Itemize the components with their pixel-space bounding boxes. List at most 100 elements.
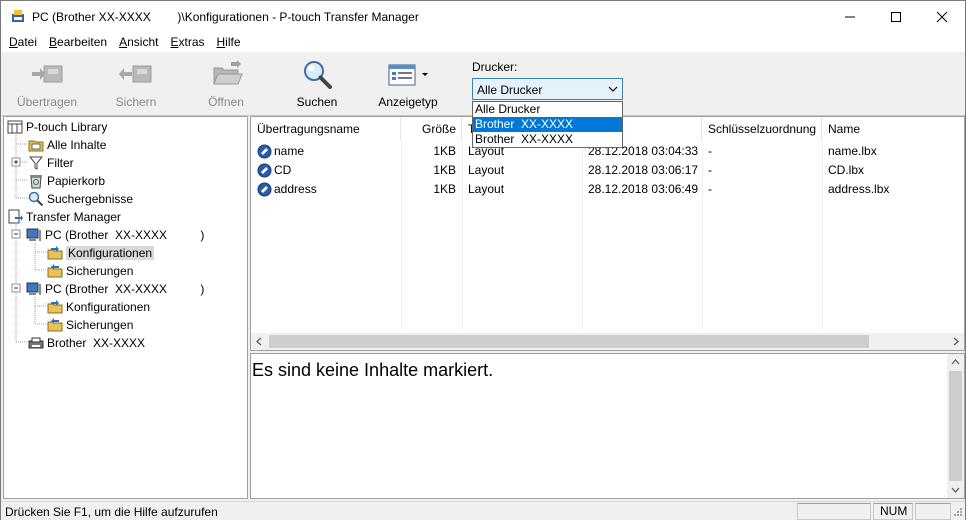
status-help-text: Drücken Sie F1, um die Hilfe aufzurufen [5,505,218,519]
tree-item-backups-1[interactable]: Sicherungen [47,262,133,280]
search-button[interactable]: Suchen [290,58,344,112]
maximize-icon [891,11,901,22]
tree-item-backups-2[interactable]: Sicherungen [47,316,133,334]
cell-size: 1KB [433,182,456,196]
cell-type: Layout [468,163,505,177]
printer-option-brother-2[interactable]: Brother XX-XXXX [473,132,622,147]
horizontal-scroll-thumb[interactable] [269,335,869,348]
scroll-down-icon[interactable] [951,486,960,494]
cell-transfer-name: address [274,182,317,196]
menu-bearbeiten[interactable]: Bearbeiten [43,32,113,52]
vertical-scrollbar[interactable] [947,354,964,498]
tree-label: Papierkorb [47,174,106,188]
table-row[interactable]: CD 1KB Layout 28.12.2018 03:06:17 - CD.l… [251,161,964,180]
computer-icon [26,228,41,241]
tree-item-printer[interactable]: Brother XX-XXXX [28,334,145,352]
num-lock-indicator: NUM [873,503,913,520]
view-type-button[interactable]: Anzeigetyp [373,58,443,112]
tree-label: Sicherungen [66,264,134,278]
vertical-scroll-thumb[interactable] [949,371,962,481]
search-icon [304,61,332,89]
tree-label: Brother XX-XXXX [47,336,146,350]
tree-item-pc-1[interactable]: PC (Brother XX-XXXX ) [26,226,204,244]
library-icon [7,120,23,134]
transfer-button[interactable]: Übertragen [15,58,79,112]
column-header-size[interactable]: Größe [401,117,462,141]
view-type-icon [388,64,428,86]
printer-select[interactable]: Alle Drucker [472,78,623,100]
menu-datei[interactable]: Datei [3,32,43,52]
chevron-down-icon [608,86,618,92]
title-bar: PC (Brother XX-XXXX )\Konfigurationen - … [1,1,965,32]
tree-label: Transfer Manager [26,210,121,224]
cell-size: 1KB [433,144,456,158]
tree-label: Suchergebnisse [47,192,134,206]
open-label: Öffnen [208,95,244,109]
tree-item-search-results[interactable]: Suchergebnisse [28,190,133,208]
column-header-transfer-name[interactable]: Übertragungsname [251,117,401,141]
column-header-name[interactable]: Name [822,117,964,141]
printer-select-value: Alle Drucker [477,83,543,97]
view-type-label: Anzeigetyp [378,95,438,109]
minimize-icon [845,16,855,17]
menu-hilfe[interactable]: Hilfe [211,32,247,52]
open-button[interactable]: Öffnen [197,58,255,112]
horizontal-scrollbar[interactable] [251,333,964,350]
tree-item-configurations-1[interactable]: Konfigurationen [47,244,155,262]
close-button[interactable] [919,1,965,32]
collapse-icon [11,283,21,293]
resize-grip-icon[interactable] [951,507,963,519]
column-header-key-assignment[interactable]: Schlüsselzuordnung [702,117,822,141]
menu-extras[interactable]: Extras [164,32,210,52]
scroll-up-icon[interactable] [951,358,960,366]
tree-label: PC (Brother XX-XXXX ) [45,228,205,242]
template-list: Übertragungsname Größe T Schlüsselzuordn… [250,116,965,351]
configurations-folder-icon [47,246,63,260]
cell-file-name: name.lbx [828,144,877,158]
minimize-button[interactable] [827,1,873,32]
tree-item-library[interactable]: P-touch Library [7,118,107,136]
recycle-bin-icon [30,175,42,189]
expand-icon [11,157,21,167]
tree-item-all-contents[interactable]: Alle Inhalte [28,136,106,154]
collapse-icon [11,229,21,239]
transfer-icon [32,65,63,83]
tree-label: PC (Brother XX-XXXX ) [45,282,205,296]
printer-dropdown: Alle Drucker Brother XX-XXXX Brother XX-… [472,101,623,148]
status-panel [797,503,871,520]
status-panel [915,503,951,520]
no-selection-message: Es sind keine Inhalte markiert. [252,360,494,380]
tree-label: Konfigurationen [66,246,155,260]
tree-item-trash[interactable]: Papierkorb [28,172,105,190]
save-button[interactable]: Sichern [105,58,167,112]
preview-pane: Es sind keine Inhalte markiert. [250,353,965,499]
table-row[interactable]: address 1KB Layout 28.12.2018 03:06:49 -… [251,180,964,199]
tree-label: Filter [47,156,74,170]
scroll-left-icon[interactable] [255,337,263,346]
cell-key-assignment: - [708,163,712,177]
tree-item-transfer-manager[interactable]: Transfer Manager [7,208,121,226]
cell-date: 28.12.2018 03:06:49 [588,182,699,196]
transfer-manager-icon [8,209,23,224]
open-folder-icon [213,60,243,85]
filter-icon [28,156,44,170]
tree-label: Sicherungen [66,318,134,332]
scroll-right-icon[interactable] [952,337,960,346]
search-icon [28,191,44,207]
cell-file-name: address.lbx [828,182,890,196]
printer-option-all[interactable]: Alle Drucker [473,102,622,117]
tree-item-pc-2[interactable]: PC (Brother XX-XXXX ) [26,280,204,298]
transfer-label: Übertragen [16,95,78,109]
cell-key-assignment: - [708,144,712,158]
maximize-button[interactable] [873,1,919,32]
status-bar: Drücken Sie F1, um die Hilfe aufzurufen … [1,501,965,520]
printer-option-brother-1[interactable]: Brother XX-XXXX [473,117,622,132]
configurations-folder-icon [47,300,63,314]
cell-file-name: CD.lbx [828,163,865,177]
tree-item-filter[interactable]: Filter [28,154,74,172]
tree-item-configurations-2[interactable]: Konfigurationen [47,298,150,316]
menu-ansicht[interactable]: Ansicht [113,32,164,52]
cell-type: Layout [468,182,505,196]
menu-bar: Datei Bearbeiten Ansicht Extras Hilfe [1,32,965,52]
printer-icon [28,337,44,349]
